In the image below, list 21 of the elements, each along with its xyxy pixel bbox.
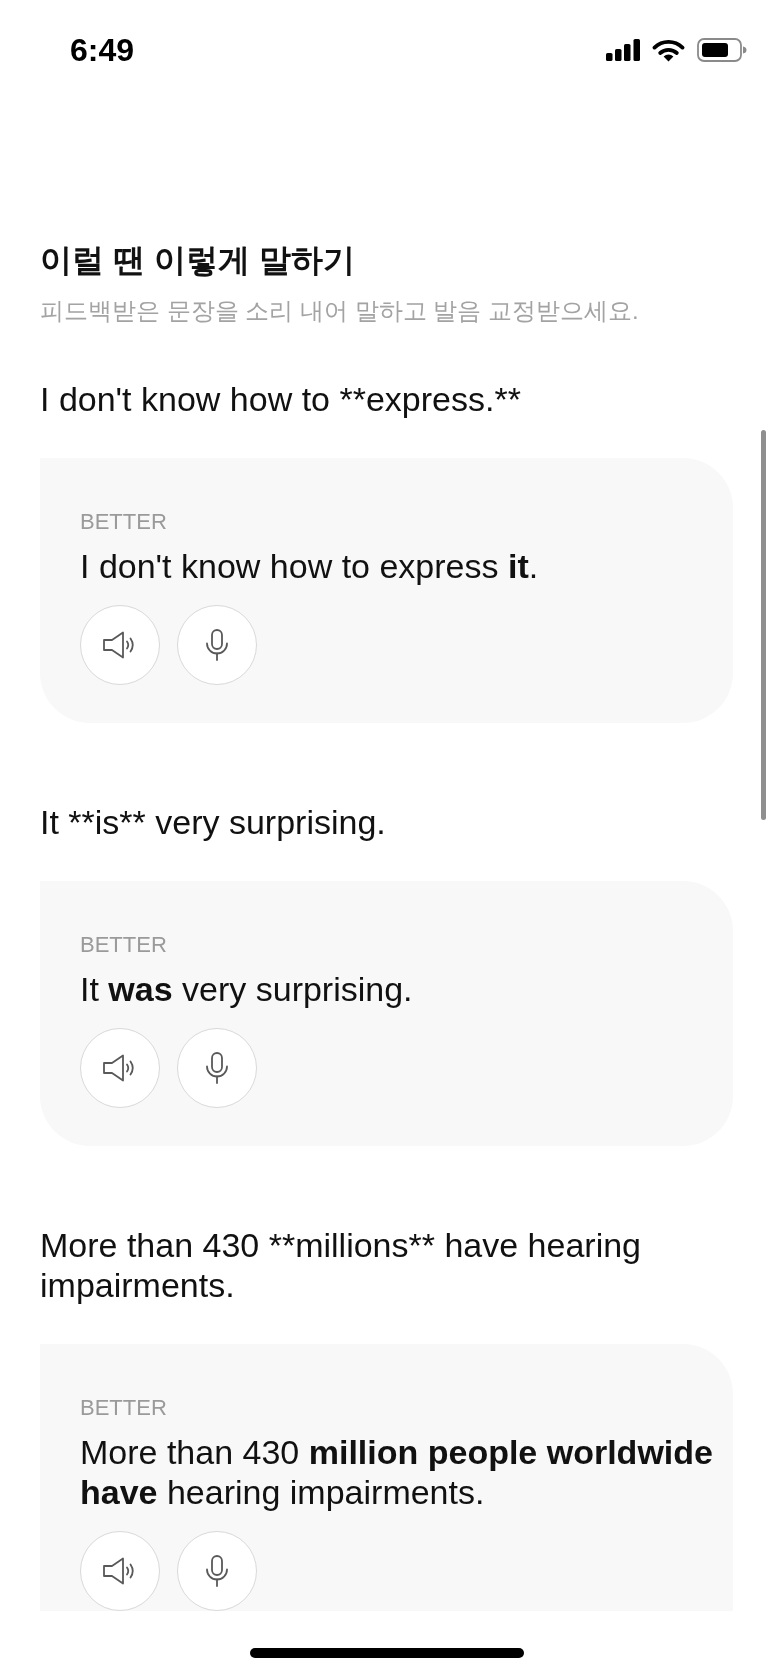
page-subtitle: 피드백받은 문장을 소리 내어 말하고 발음 교정받으세요. — [40, 296, 640, 326]
microphone-icon — [205, 629, 229, 661]
page-title: 이럴 땐 이렇게 말하기 — [40, 241, 356, 280]
better-label: BETTER — [80, 508, 168, 536]
better-label: BETTER — [80, 1394, 168, 1422]
microphone-icon — [205, 1052, 229, 1084]
status-time: 6:49 — [70, 31, 135, 69]
better-sentence: I don't know how to express it. — [80, 546, 540, 586]
speaker-icon — [103, 1054, 137, 1082]
better-sentence: It was very surprising. — [80, 969, 414, 1009]
original-sentence: I don't know how to **express.** — [40, 379, 522, 419]
signal-icon — [606, 39, 640, 61]
wifi-icon — [652, 38, 685, 62]
better-sentence: More than 430 million people worldwide have hearing impairments. — [80, 1432, 714, 1512]
speaker-icon — [103, 631, 137, 659]
microphone-icon — [205, 1555, 229, 1587]
original-sentence: More than 430 **millions** have hearing impairments. — [40, 1225, 643, 1305]
better-label: BETTER — [80, 931, 168, 959]
battery-icon — [697, 38, 747, 62]
speaker-icon — [103, 1557, 137, 1585]
original-sentence: It **is** very surprising. — [40, 802, 387, 842]
